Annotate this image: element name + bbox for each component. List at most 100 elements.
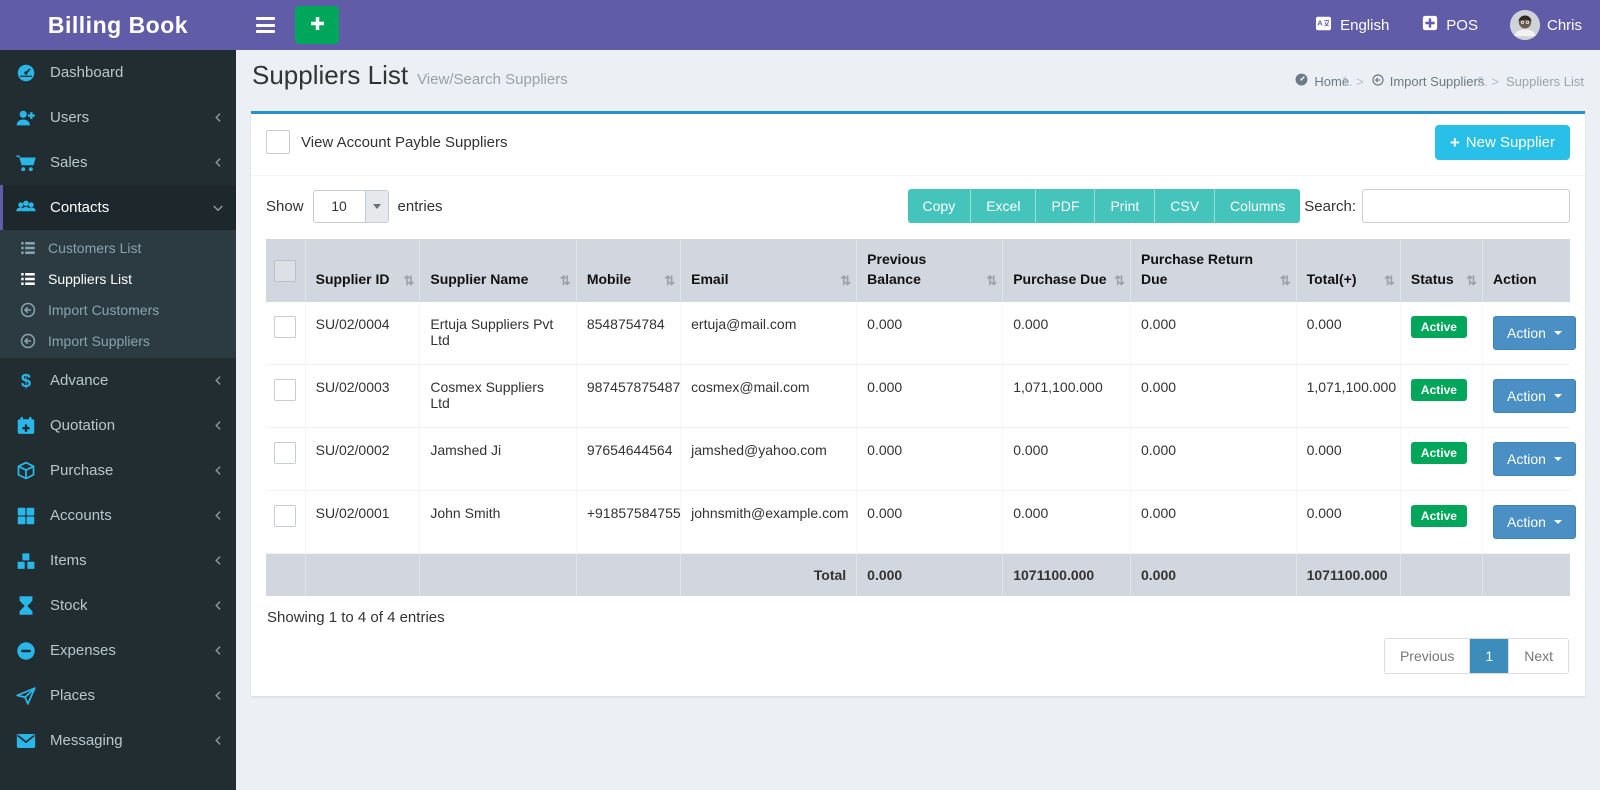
chevron-left-icon	[213, 157, 224, 168]
sidebar-subitem-customers-list[interactable]: Customers List	[0, 232, 236, 263]
select-all-checkbox[interactable]	[274, 260, 296, 283]
import-icon	[18, 298, 38, 322]
view-payable-suppliers-control[interactable]: View Account Payble Suppliers	[266, 130, 508, 154]
dashboard-icon	[14, 61, 38, 85]
sidebar-item-advance[interactable]: $ Advance	[0, 358, 236, 403]
sidebar-item-messaging[interactable]: Messaging	[0, 718, 236, 763]
row-checkbox[interactable]	[274, 315, 296, 338]
column-header-supplier-name[interactable]: Supplier Name ⇅	[419, 239, 577, 302]
sort-icon[interactable]: ⇅	[1466, 272, 1477, 291]
cell-total-plus: 0.000	[1296, 490, 1401, 554]
sidebar-subitem-label: Customers List	[48, 239, 142, 256]
sort-icon[interactable]: ⇅	[664, 272, 675, 291]
sidebar-subitem-label: Import Customers	[48, 301, 160, 318]
sort-icon[interactable]: ⇅	[840, 272, 851, 291]
sort-icon[interactable]: ⇅	[403, 272, 414, 291]
topbar-main: A English POS Chris	[236, 0, 1600, 50]
csv-export-button[interactable]: CSV	[1154, 189, 1215, 223]
sidebar-subitem-suppliers-list[interactable]: Suppliers List	[0, 263, 236, 294]
sort-icon[interactable]: ⇅	[1280, 272, 1291, 291]
cell-action: Action	[1482, 301, 1576, 365]
column-header-purchase-due[interactable]: Purchase Due ⇅	[1002, 239, 1131, 302]
sidebar-subitem-import-suppliers[interactable]: Import Suppliers	[0, 325, 236, 356]
column-header-previous-balance[interactable]: Previous Balance ⇅	[856, 239, 1004, 302]
sidebar-item-dashboard[interactable]: Dashboard	[0, 50, 236, 95]
quick-add-button[interactable]	[295, 6, 339, 44]
breadcrumb-label: Suppliers List	[1505, 73, 1584, 89]
sidebar-item-items[interactable]: Items	[0, 538, 236, 583]
app-logo[interactable]: Billing Book	[0, 0, 236, 50]
pagination-next-button[interactable]: Next	[1508, 638, 1568, 673]
cell-mobile: 8548754784	[576, 301, 682, 365]
user-menu[interactable]: Chris	[1509, 10, 1582, 40]
pdf-export-button[interactable]: PDF	[1035, 189, 1095, 223]
page-length-select[interactable]: 10	[312, 189, 389, 223]
sort-icon[interactable]: ⇅	[560, 272, 571, 291]
new-supplier-button[interactable]: + New Supplier	[1434, 125, 1570, 160]
sidebar-item-accounts[interactable]: Accounts	[0, 493, 236, 538]
sidebar-item-quotation[interactable]: Quotation	[0, 403, 236, 448]
footer-purchase-due: 1071100.000	[1002, 553, 1131, 596]
sidebar-item-users[interactable]: Users	[0, 95, 236, 140]
columns-export-button[interactable]: Columns	[1214, 189, 1301, 223]
row-checkbox[interactable]	[274, 504, 296, 527]
column-header-status[interactable]: Status ⇅	[1400, 239, 1484, 302]
print-export-button[interactable]: Print	[1094, 189, 1155, 223]
column-header-supplier-id[interactable]: Supplier ID ⇅	[305, 239, 421, 302]
column-header-label: Purchase Return Due	[1141, 251, 1254, 288]
pagination-previous-button[interactable]: Previous	[1384, 638, 1470, 673]
sidebar-item-label: Dashboard	[50, 64, 124, 81]
list-icon	[18, 267, 38, 291]
row-action-button[interactable]: Action	[1493, 504, 1576, 539]
language-label: English	[1340, 16, 1390, 34]
footer-previous-balance: 0.000	[856, 553, 1004, 596]
content-header: Suppliers List View/Search Suppliers Hom…	[236, 50, 1600, 111]
page-length-value: 10	[331, 198, 347, 214]
pos-button[interactable]: POS	[1421, 14, 1478, 36]
table-row: SU/02/0002 Jamshed Ji 97654644564 jamshed@y…	[266, 427, 1576, 491]
language-menu[interactable]: A English	[1314, 14, 1389, 37]
list-icon	[18, 236, 38, 260]
sidebar-subitem-import-customers[interactable]: Import Customers	[0, 294, 236, 325]
cell-action: Action	[1482, 490, 1576, 554]
excel-export-button[interactable]: Excel	[970, 189, 1036, 223]
export-button-group: Copy Excel PDF Print CSV Columns	[907, 189, 1301, 223]
view-payable-checkbox[interactable]	[266, 130, 290, 154]
row-checkbox[interactable]	[274, 378, 296, 401]
search-input[interactable]	[1362, 189, 1570, 223]
page-title: Suppliers List View/Search Suppliers	[252, 60, 568, 91]
sort-icon[interactable]: ⇅	[986, 272, 997, 291]
sidebar-item-places[interactable]: Places	[0, 673, 236, 718]
column-header-total[interactable]: Total(+) ⇅	[1296, 239, 1401, 302]
breadcrumb-separator: >	[1356, 74, 1364, 89]
grid-icon	[14, 504, 38, 528]
row-action-button[interactable]: Action	[1493, 441, 1576, 476]
caret-down-icon	[1553, 519, 1562, 524]
breadcrumb-item-import-suppliers[interactable]: Import Suppliers	[1371, 73, 1484, 90]
sidebar-item-label: Accounts	[50, 507, 112, 524]
row-action-button[interactable]: Action	[1493, 378, 1576, 413]
sidebar-item-stock[interactable]: Stock	[0, 583, 236, 628]
cell-mobile: 97654644564	[576, 427, 682, 491]
search-label: Search:	[1304, 197, 1356, 215]
cell-previous-balance: 0.000	[856, 427, 1004, 491]
chevron-left-icon	[213, 375, 224, 386]
sidebar-toggle-button[interactable]	[244, 7, 287, 43]
column-header-mobile[interactable]: Mobile ⇅	[576, 239, 682, 302]
pagination-page-button[interactable]: 1	[1469, 638, 1509, 673]
row-checkbox[interactable]	[274, 441, 296, 464]
row-action-button[interactable]: Action	[1493, 315, 1576, 350]
sidebar-item-expenses[interactable]: Expenses	[0, 628, 236, 673]
sidebar-item-purchase[interactable]: Purchase	[0, 448, 236, 493]
sidebar-item-sales[interactable]: Sales	[0, 140, 236, 185]
sort-icon[interactable]: ⇅	[1114, 272, 1125, 291]
sidebar-item-contacts[interactable]: Contacts	[0, 185, 236, 230]
sort-icon[interactable]: ⇅	[1384, 272, 1395, 291]
cell-purchase-due: 0.000	[1002, 427, 1131, 491]
copy-export-button[interactable]: Copy	[907, 189, 971, 223]
column-header-action: Action	[1482, 239, 1570, 302]
cell-status: Active	[1400, 490, 1484, 554]
column-header-label: Supplier Name	[430, 271, 529, 288]
column-header-email[interactable]: Email ⇅	[680, 239, 858, 302]
column-header-purchase-return-due[interactable]: Purchase Return Due ⇅	[1130, 239, 1297, 302]
